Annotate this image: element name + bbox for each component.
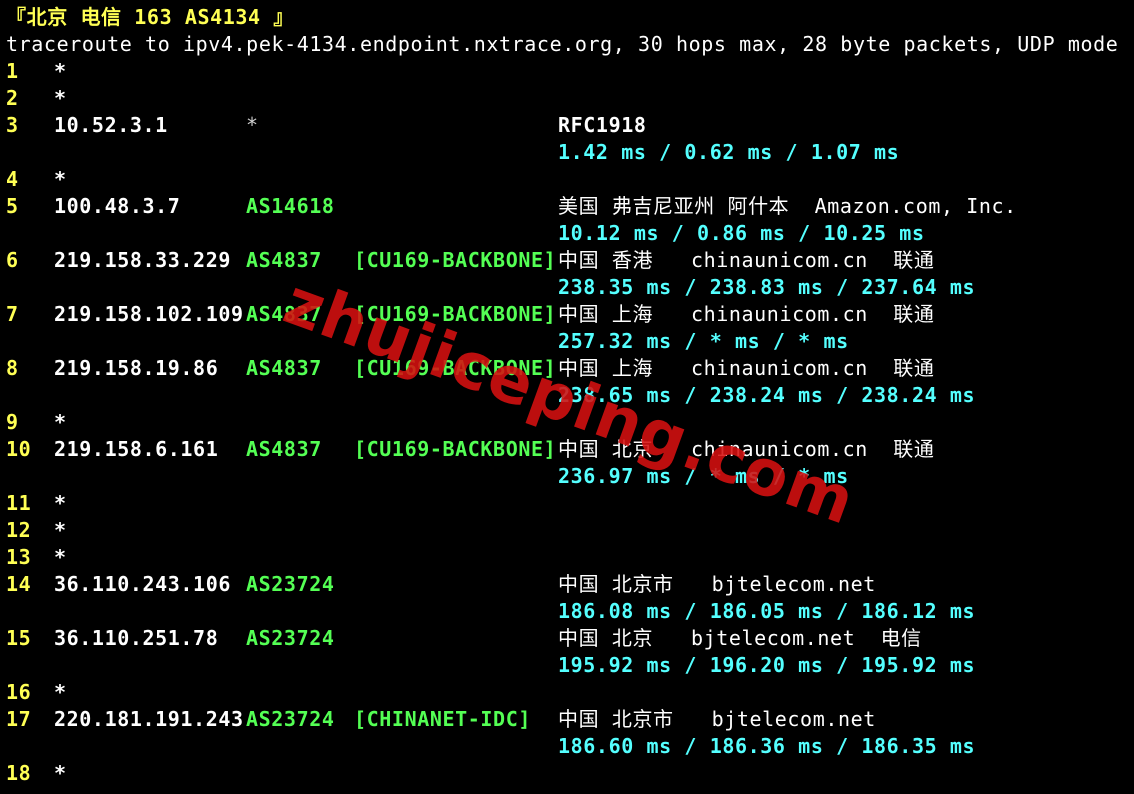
hop-number: 14 (6, 572, 32, 596)
hop-row: 14 36.110.243.106 AS23724 中国 北京市 bjtelec… (6, 571, 1126, 598)
hop-asn: AS4837 (246, 302, 322, 326)
hop-geo: 中国 北京市 bjtelecom.net (558, 707, 876, 731)
hop-ip: * (54, 491, 67, 515)
hop-row: 15 36.110.251.78 AS23724 中国 北京 bjtelecom… (6, 625, 1126, 652)
trace-title: 『北京 电信 163 AS4134 』 (6, 5, 294, 29)
hop-latency: 10.12 ms / 0.86 ms / 10.25 ms (558, 221, 925, 245)
hop-asn: * (246, 113, 259, 137)
hop-ip: * (54, 680, 67, 704)
hop-row: 10 219.158.6.161 AS4837 [CU169-BACKBONE]… (6, 436, 1126, 463)
hop-number: 8 (6, 356, 19, 380)
hop-geo: 美国 弗吉尼亚州 阿什本 Amazon.com, Inc. (558, 194, 1017, 218)
latency-row: 238.65 ms / 238.24 ms / 238.24 ms (6, 382, 1126, 409)
hop-ip: * (54, 59, 67, 83)
hop-row: 11 * (6, 490, 1126, 517)
hop-latency: 195.92 ms / 196.20 ms / 195.92 ms (558, 653, 976, 677)
hop-ip: * (54, 545, 67, 569)
hop-number: 3 (6, 113, 19, 137)
terminal-window[interactable]: 『北京 电信 163 AS4134 』 traceroute to ipv4.p… (0, 0, 1134, 794)
latency-row: 238.35 ms / 238.83 ms / 237.64 ms (6, 274, 1126, 301)
hop-number: 15 (6, 626, 32, 650)
hop-asn: AS23724 (246, 572, 335, 596)
hop-ip: * (54, 518, 67, 542)
latency-row: 186.60 ms / 186.36 ms / 186.35 ms (6, 733, 1126, 760)
hop-row: 16 * (6, 679, 1126, 706)
hop-geo: 中国 香港 chinaunicom.cn 联通 (558, 248, 935, 272)
hop-latency: 1.42 ms / 0.62 ms / 1.07 ms (558, 140, 900, 164)
hop-row: 3 10.52.3.1 * RFC1918 (6, 112, 1126, 139)
latency-row: 236.97 ms / * ms / * ms (6, 463, 1126, 490)
hop-row: 1 * (6, 58, 1126, 85)
hop-number: 16 (6, 680, 32, 704)
hop-network-tag: [CU169-BACKBONE] (354, 356, 557, 380)
hop-latency: 186.60 ms / 186.36 ms / 186.35 ms (558, 734, 976, 758)
hop-ip: * (54, 761, 67, 785)
hop-number: 5 (6, 194, 19, 218)
hop-row: 5 100.48.3.7 AS14618 美国 弗吉尼亚州 阿什本 Amazon… (6, 193, 1126, 220)
hop-latency: 236.97 ms / * ms / * ms (558, 464, 849, 488)
hop-latency: 257.32 ms / * ms / * ms (558, 329, 849, 353)
hop-number: 1 (6, 59, 19, 83)
hop-network-tag: [CHINANET-IDC] (354, 707, 531, 731)
hop-number: 13 (6, 545, 32, 569)
hop-number: 10 (6, 437, 32, 461)
hop-geo: 中国 北京 chinaunicom.cn 联通 (558, 437, 935, 461)
hop-asn: AS4837 (246, 437, 322, 461)
hop-row: 9 * (6, 409, 1126, 436)
hop-geo: 中国 上海 chinaunicom.cn 联通 (558, 356, 935, 380)
hop-row: 18 * (6, 760, 1126, 787)
hop-number: 11 (6, 491, 32, 515)
hop-number: 9 (6, 410, 19, 434)
hop-ip: 36.110.251.78 (54, 626, 219, 650)
hop-ip: 10.52.3.1 (54, 113, 168, 137)
hop-asn: AS23724 (246, 626, 335, 650)
hop-row: 2 * (6, 85, 1126, 112)
hop-geo: 中国 北京 bjtelecom.net 电信 (558, 626, 922, 650)
hop-number: 18 (6, 761, 32, 785)
hop-ip: 219.158.102.109 (54, 302, 244, 326)
hop-asn: AS23724 (246, 707, 335, 731)
hop-latency: 238.65 ms / 238.24 ms / 238.24 ms (558, 383, 976, 407)
hop-number: 4 (6, 167, 19, 191)
hop-number: 12 (6, 518, 32, 542)
traceroute-command: traceroute to ipv4.pek-4134.endpoint.nxt… (6, 32, 1119, 56)
hop-number: 6 (6, 248, 19, 272)
hop-geo: 中国 上海 chinaunicom.cn 联通 (558, 302, 935, 326)
hop-ip: 219.158.6.161 (54, 437, 219, 461)
hop-network-tag: [CU169-BACKBONE] (354, 302, 557, 326)
hop-asn: AS4837 (246, 356, 322, 380)
hop-number: 2 (6, 86, 19, 110)
hop-row: 13 * (6, 544, 1126, 571)
hop-ip: * (54, 86, 67, 110)
hop-ip: 219.158.33.229 (54, 248, 231, 272)
hop-row: 6 219.158.33.229 AS4837 [CU169-BACKBONE]… (6, 247, 1126, 274)
hop-number: 7 (6, 302, 19, 326)
hop-ip: 220.181.191.243 (54, 707, 244, 731)
hop-ip: 36.110.243.106 (54, 572, 231, 596)
hop-ip: * (54, 167, 67, 191)
hop-row: 7 219.158.102.109 AS4837 [CU169-BACKBONE… (6, 301, 1126, 328)
latency-row: 186.08 ms / 186.05 ms / 186.12 ms (6, 598, 1126, 625)
hop-network-tag: [CU169-BACKBONE] (354, 248, 557, 272)
latency-row: 10.12 ms / 0.86 ms / 10.25 ms (6, 220, 1126, 247)
hop-ip: 219.158.19.86 (54, 356, 219, 380)
hop-latency: 238.35 ms / 238.83 ms / 237.64 ms (558, 275, 976, 299)
hop-asn: AS4837 (246, 248, 322, 272)
hop-row: 8 219.158.19.86 AS4837 [CU169-BACKBONE] … (6, 355, 1126, 382)
hop-row: 17 220.181.191.243 AS23724 [CHINANET-IDC… (6, 706, 1126, 733)
hop-row: 12 * (6, 517, 1126, 544)
hop-ip: * (54, 410, 67, 434)
hop-ip: 100.48.3.7 (54, 194, 181, 218)
hop-geo: RFC1918 (558, 113, 647, 137)
hop-row: 4 * (6, 166, 1126, 193)
latency-row: 195.92 ms / 196.20 ms / 195.92 ms (6, 652, 1126, 679)
hop-latency: 186.08 ms / 186.05 ms / 186.12 ms (558, 599, 976, 623)
latency-row: 257.32 ms / * ms / * ms (6, 328, 1126, 355)
hop-geo: 中国 北京市 bjtelecom.net (558, 572, 876, 596)
hop-network-tag: [CU169-BACKBONE] (354, 437, 557, 461)
latency-row: 1.42 ms / 0.62 ms / 1.07 ms (6, 139, 1126, 166)
hop-asn: AS14618 (246, 194, 335, 218)
hop-number: 17 (6, 707, 32, 731)
